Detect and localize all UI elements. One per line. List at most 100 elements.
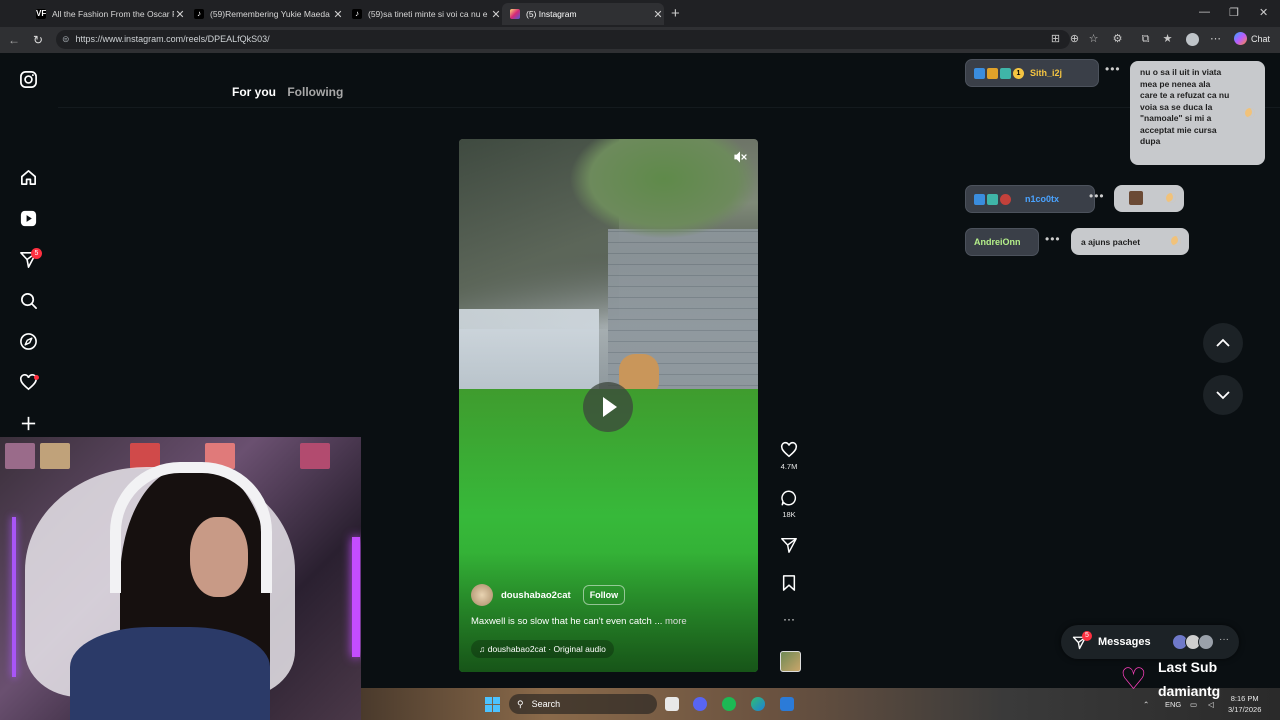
- chat-message: nu o sa il uit in viata mea pe nenea ala…: [1140, 67, 1230, 146]
- caption-text: Maxwell is so slow that he can't even ca…: [471, 616, 663, 627]
- url-bar[interactable]: ⊜ https://www.instagram.com/reels/DPEALfQ…: [56, 30, 1070, 49]
- favorites-icon[interactable]: ★: [1161, 33, 1174, 46]
- close-icon[interactable]: ✕: [652, 8, 664, 21]
- badge-number: 1: [1013, 67, 1024, 79]
- more-icon[interactable]: ⋯: [1209, 33, 1222, 46]
- next-reel-button[interactable]: [1203, 375, 1243, 415]
- browser-tab[interactable]: ♪ (59)sa tineti minte si voi ca nu e voi…: [344, 3, 502, 25]
- chat-username: AndreiOnn: [974, 237, 1021, 247]
- zoom-icon[interactable]: ⊕: [1068, 33, 1081, 46]
- profile-avatar[interactable]: [1186, 33, 1199, 46]
- chat-user-chip: AndreiOnn: [965, 228, 1039, 256]
- more-options-button[interactable]: ···: [774, 612, 804, 626]
- reel-caption: Maxwell is so slow that he can't even ca…: [471, 616, 687, 627]
- new-tab-button[interactable]: +: [671, 5, 680, 22]
- badge-icon: [974, 193, 985, 205]
- comment-button[interactable]: 18K: [774, 489, 804, 519]
- home-icon[interactable]: [19, 168, 38, 187]
- back-icon[interactable]: ←: [8, 33, 20, 47]
- previous-reel-button[interactable]: [1203, 323, 1243, 363]
- moon-icon: [1166, 193, 1176, 203]
- tab-following[interactable]: Following: [287, 85, 343, 99]
- author-avatar[interactable]: [471, 584, 493, 606]
- share-icon: [781, 537, 797, 553]
- led-light: [12, 517, 16, 677]
- close-icon[interactable]: ✕: [174, 8, 186, 21]
- crown-icon: [987, 67, 998, 79]
- instagram-logo-icon[interactable]: [19, 70, 38, 89]
- url-text: https://www.instagram.com/reels/DPEALfQk…: [75, 34, 270, 44]
- follow-button[interactable]: Follow: [582, 585, 626, 605]
- share-button[interactable]: [774, 536, 804, 554]
- comment-count: 18K: [782, 510, 796, 519]
- taskbar-search[interactable]: ⚲ Search: [509, 694, 657, 714]
- messages-label: Messages: [1098, 636, 1151, 648]
- wall-poster: [40, 443, 70, 469]
- wall-poster: [300, 443, 330, 469]
- browser-tab-active[interactable]: (5) Instagram ✕: [502, 3, 664, 25]
- chat-badges: [974, 193, 1011, 205]
- task-view-icon[interactable]: [665, 697, 679, 711]
- like-button[interactable]: 4.7M: [774, 441, 804, 471]
- audio-thumbnail[interactable]: [780, 651, 801, 672]
- chat-username: Sith_i2j: [1030, 68, 1063, 78]
- badge-icon: [974, 67, 985, 79]
- chat-badges: 1: [974, 67, 1024, 79]
- extensions-icon[interactable]: ⚙: [1111, 33, 1124, 46]
- save-button[interactable]: [774, 574, 804, 592]
- like-count: 4.7M: [780, 462, 798, 471]
- more-dots-icon: ···: [783, 612, 795, 626]
- spotify-icon[interactable]: [722, 697, 736, 711]
- play-button[interactable]: [583, 382, 633, 432]
- wall-poster: [5, 443, 35, 469]
- caption-more-link[interactable]: more: [665, 616, 687, 627]
- maximize-icon[interactable]: ❐: [1229, 6, 1239, 19]
- chevron-down-icon: [1216, 391, 1230, 400]
- chat-more-dots: •••: [1045, 232, 1061, 246]
- site-info-icon[interactable]: ⊜: [62, 30, 70, 49]
- close-icon[interactable]: ✕: [332, 8, 344, 21]
- instagram-icon: [510, 9, 520, 19]
- create-plus-icon[interactable]: [19, 414, 38, 433]
- apps-icon[interactable]: ⊞: [1049, 33, 1062, 46]
- author-username[interactable]: doushabao2cat: [501, 590, 571, 601]
- close-window-icon[interactable]: ✕: [1259, 6, 1268, 19]
- copilot-icon: [1234, 32, 1247, 45]
- copilot-chat-button[interactable]: Chat: [1234, 32, 1270, 45]
- browser-tab[interactable]: ♪ (59)Remembering Yukie Maeda and ✕: [186, 3, 344, 25]
- last-sub-overlay: ♡ Last Sub damiantg: [1120, 657, 1280, 707]
- discord-icon[interactable]: [693, 697, 707, 711]
- search-icon[interactable]: [19, 291, 38, 310]
- audio-link[interactable]: ♫ doushabao2cat · Original audio: [471, 640, 614, 658]
- avatar: [1198, 634, 1214, 650]
- mute-icon[interactable]: [732, 149, 748, 165]
- windows-start-icon[interactable]: [485, 697, 500, 712]
- badge-icon: [987, 193, 998, 205]
- chat-user-chip: 1 Sith_i2j: [965, 59, 1099, 87]
- notification-badge: 5: [31, 248, 42, 259]
- reel-video[interactable]: doushabao2cat Follow Maxwell is so slow …: [459, 139, 758, 672]
- chat-more-dots: •••: [1089, 189, 1105, 203]
- chat-message-bubble: [1114, 185, 1184, 212]
- explore-compass-icon[interactable]: [19, 332, 38, 351]
- app-icon[interactable]: [780, 697, 794, 711]
- heart-icon: [780, 441, 798, 458]
- messages-badge: 5: [1082, 631, 1092, 641]
- tab-for-you[interactable]: For you: [232, 85, 276, 99]
- minimize-icon[interactable]: —: [1199, 6, 1210, 18]
- chat-username: n1co0tx: [1025, 194, 1060, 204]
- edge-icon[interactable]: [751, 697, 765, 711]
- chevron-up-icon: [1216, 338, 1230, 347]
- browser-tab-bar: VF All the Fashion From the Oscar Red Ca…: [0, 0, 1280, 27]
- audio-label: doushabao2cat · Original audio: [487, 644, 606, 654]
- moon-icon: [1245, 108, 1255, 118]
- messages-button[interactable]: 5 Messages ···: [1061, 625, 1239, 659]
- favorite-star-icon[interactable]: ☆: [1087, 33, 1100, 46]
- close-icon[interactable]: ✕: [490, 8, 502, 21]
- split-screen-icon[interactable]: ⧉: [1139, 33, 1152, 46]
- last-sub-name: damiantg: [1158, 683, 1221, 699]
- badge-icon: [1000, 67, 1011, 79]
- reels-icon[interactable]: [19, 209, 38, 228]
- browser-tab[interactable]: VF All the Fashion From the Oscar Red Ca…: [28, 3, 186, 25]
- refresh-icon[interactable]: ↻: [33, 33, 43, 47]
